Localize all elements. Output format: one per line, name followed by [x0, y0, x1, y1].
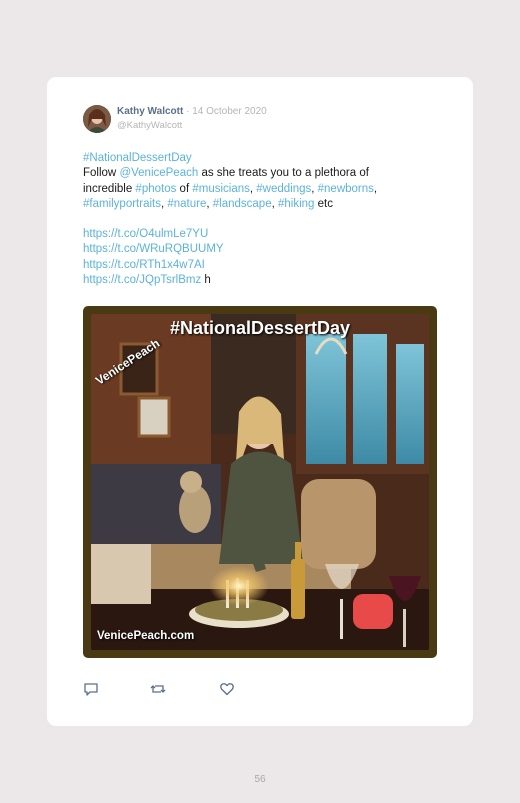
- photo-footer-overlay: VenicePeach.com: [97, 630, 195, 642]
- tweet-date[interactable]: 14 October 2020: [192, 106, 267, 117]
- author-handle[interactable]: @KathyWalcott: [117, 120, 182, 131]
- hashtag-link[interactable]: #NationalDessertDay: [83, 152, 192, 164]
- avatar[interactable]: [83, 105, 111, 133]
- hashtag-link[interactable]: #familyportraits: [83, 198, 161, 210]
- hashtag-link[interactable]: #landscape: [213, 198, 272, 210]
- mention-link[interactable]: @VenicePeach: [119, 167, 198, 179]
- text: h: [201, 274, 211, 287]
- text: of: [176, 182, 193, 195]
- hashtag-link[interactable]: #nature: [167, 198, 206, 210]
- hashtag-link[interactable]: #hiking: [278, 198, 314, 210]
- photo-frame[interactable]: #NationalDessertDay VenicePeach VenicePe…: [83, 306, 437, 658]
- hashtag-link[interactable]: #photos: [135, 183, 176, 195]
- hashtag-link[interactable]: #musicians: [192, 183, 250, 195]
- url-link[interactable]: https://t.co/JQpTsrlBmz: [83, 274, 201, 286]
- text: ,: [373, 182, 378, 195]
- hashtag-link[interactable]: #weddings: [256, 183, 311, 195]
- heart-icon[interactable]: [219, 681, 235, 697]
- page-number: 56: [254, 774, 266, 785]
- text: as she treats you to a plethora of: [198, 167, 369, 180]
- url-link[interactable]: https://t.co/WRuRQBUUMY: [83, 243, 224, 255]
- reply-icon[interactable]: [83, 681, 99, 697]
- separator: ·: [186, 106, 190, 117]
- author-name[interactable]: Kathy Walcott: [117, 106, 183, 117]
- tweet-card: Kathy Walcott · 14 October 2020 @KathyWa…: [47, 77, 473, 726]
- url-link[interactable]: https://t.co/O4ulmLe7YU: [83, 228, 208, 240]
- text: etc: [314, 197, 333, 210]
- url-link[interactable]: https://t.co/RTh1x4w7AI: [83, 259, 205, 271]
- photo-title-overlay: #NationalDessertDay: [169, 318, 351, 338]
- tweet-photo[interactable]: #NationalDessertDay VenicePeach VenicePe…: [91, 314, 429, 650]
- text: Follow: [83, 167, 120, 180]
- tweet-text: #NationalDessertDay Follow @VenicePeach …: [83, 151, 443, 288]
- text: incredible: [83, 182, 136, 195]
- retweet-icon[interactable]: [150, 681, 166, 697]
- hashtag-link[interactable]: #newborns: [318, 183, 374, 195]
